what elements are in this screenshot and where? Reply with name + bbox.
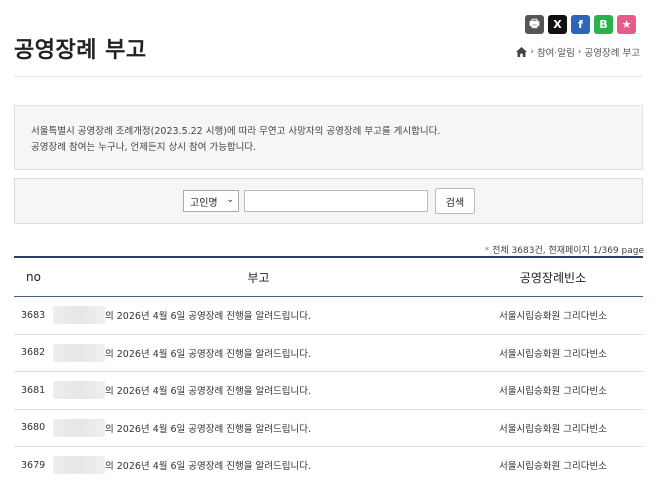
search-select-value: 고인명 xyxy=(190,197,218,209)
obituary-table: no 부고 공영장례빈소 3683 의 2026년 4월 6일 공영장례 진행을… xyxy=(14,256,643,484)
redacted-name xyxy=(53,343,105,362)
row-title[interactable]: 의 2026년 4월 6일 공영장례 진행을 알려드립니다. xyxy=(53,343,463,362)
header-place: 공영장례빈소 xyxy=(519,270,587,285)
row-place: 서울시립승화원 그리다빈소 xyxy=(499,461,607,473)
row-title-text[interactable]: 의 2026년 4월 6일 공영장례 진행을 알려드립니다. xyxy=(105,308,311,322)
search-input[interactable] xyxy=(244,190,428,212)
share-bar: 🖶 X f B ★ xyxy=(525,15,636,34)
redacted-name xyxy=(53,456,105,475)
notice-line-2: 공영장례 참여는 누구나, 언제든지 상시 참여 가능합니다. xyxy=(31,141,257,153)
row-place: 서울시립승화원 그리다빈소 xyxy=(499,311,607,323)
table-row[interactable]: 3679 의 2026년 4월 6일 공영장례 진행을 알려드립니다. 서울시립… xyxy=(14,447,643,484)
redacted-name xyxy=(53,306,105,325)
search-field-select[interactable]: 고인명 ⌄ xyxy=(183,190,239,212)
row-title[interactable]: 의 2026년 4월 6일 공영장례 진행을 알려드립니다. xyxy=(53,381,463,400)
row-no: 3680 xyxy=(21,422,46,434)
header-no: no xyxy=(26,270,41,284)
row-title-text[interactable]: 의 2026년 4월 6일 공영장례 진행을 알려드립니다. xyxy=(105,421,311,435)
redacted-name xyxy=(53,381,105,400)
row-title-text[interactable]: 의 2026년 4월 6일 공영장례 진행을 알려드립니다. xyxy=(105,346,311,360)
bookmark-star-icon[interactable]: ★ xyxy=(617,15,636,34)
facebook-share-icon[interactable]: f xyxy=(571,15,590,34)
row-place: 서울시립승화원 그리다빈소 xyxy=(499,348,607,360)
chevron-down-icon: ⌄ xyxy=(226,195,234,205)
table-row[interactable]: 3680 의 2026년 4월 6일 공영장례 진행을 알려드립니다. 서울시립… xyxy=(14,410,643,447)
page-title: 공영장례 부고 xyxy=(14,38,147,63)
bullet-icon: * xyxy=(484,246,490,256)
row-title-text[interactable]: 의 2026년 4월 6일 공영장례 진행을 알려드립니다. xyxy=(105,458,311,472)
row-place: 서울시립승화원 그리다빈소 xyxy=(499,423,607,435)
total-info: * 전체 3683건, 현재페이지 1/369 page xyxy=(485,243,644,256)
band-share-icon[interactable]: B xyxy=(594,15,613,34)
table-row[interactable]: 3683 의 2026년 4월 6일 공영장례 진행을 알려드립니다. 서울시립… xyxy=(14,297,643,335)
table-header: no 부고 공영장례빈소 xyxy=(14,256,643,297)
print-icon[interactable]: 🖶 xyxy=(525,15,544,34)
home-icon[interactable] xyxy=(516,47,528,57)
header-title: 부고 xyxy=(247,270,270,285)
chevron-right-icon: › xyxy=(530,47,534,57)
row-title[interactable]: 의 2026년 4월 6일 공영장례 진행을 알려드립니다. xyxy=(53,306,463,325)
row-no: 3683 xyxy=(21,309,46,321)
table-row[interactable]: 3681 의 2026년 4월 6일 공영장례 진행을 알려드립니다. 서울시립… xyxy=(14,372,643,410)
row-title[interactable]: 의 2026년 4월 6일 공영장례 진행을 알려드립니다. xyxy=(53,418,463,437)
table-row[interactable]: 3682 의 2026년 4월 6일 공영장례 진행을 알려드립니다. 서울시립… xyxy=(14,335,643,372)
breadcrumb-item-participation[interactable]: 참여·알림 xyxy=(537,45,575,59)
row-title-text[interactable]: 의 2026년 4월 6일 공영장례 진행을 알려드립니다. xyxy=(105,383,311,397)
search-button[interactable]: 검색 xyxy=(435,188,475,214)
row-no: 3679 xyxy=(21,459,46,471)
breadcrumb-item-current[interactable]: 공영장례 부고 xyxy=(585,45,640,59)
notice-line-1: 서울특별시 공영장례 조례개정(2023.5.22 시행)에 따라 무연고 사망… xyxy=(31,126,441,137)
row-no: 3681 xyxy=(21,384,46,396)
row-no: 3682 xyxy=(21,347,46,359)
redacted-name xyxy=(53,418,105,437)
row-place: 서울시립승화원 그리다빈소 xyxy=(499,386,607,398)
breadcrumb: › 참여·알림 › 공영장례 부고 xyxy=(516,45,640,59)
notice-box: 서울특별시 공영장례 조례개정(2023.5.22 시행)에 따라 무연고 사망… xyxy=(14,105,643,170)
title-divider xyxy=(14,76,643,77)
row-title[interactable]: 의 2026년 4월 6일 공영장례 진행을 알려드립니다. xyxy=(53,456,463,475)
x-share-icon[interactable]: X xyxy=(548,15,567,34)
chevron-right-icon: › xyxy=(577,47,582,57)
search-box: 고인명 ⌄ 검색 xyxy=(14,178,643,224)
total-count-text: 전체 3683건, 현재페이지 1/369 page xyxy=(492,246,644,256)
